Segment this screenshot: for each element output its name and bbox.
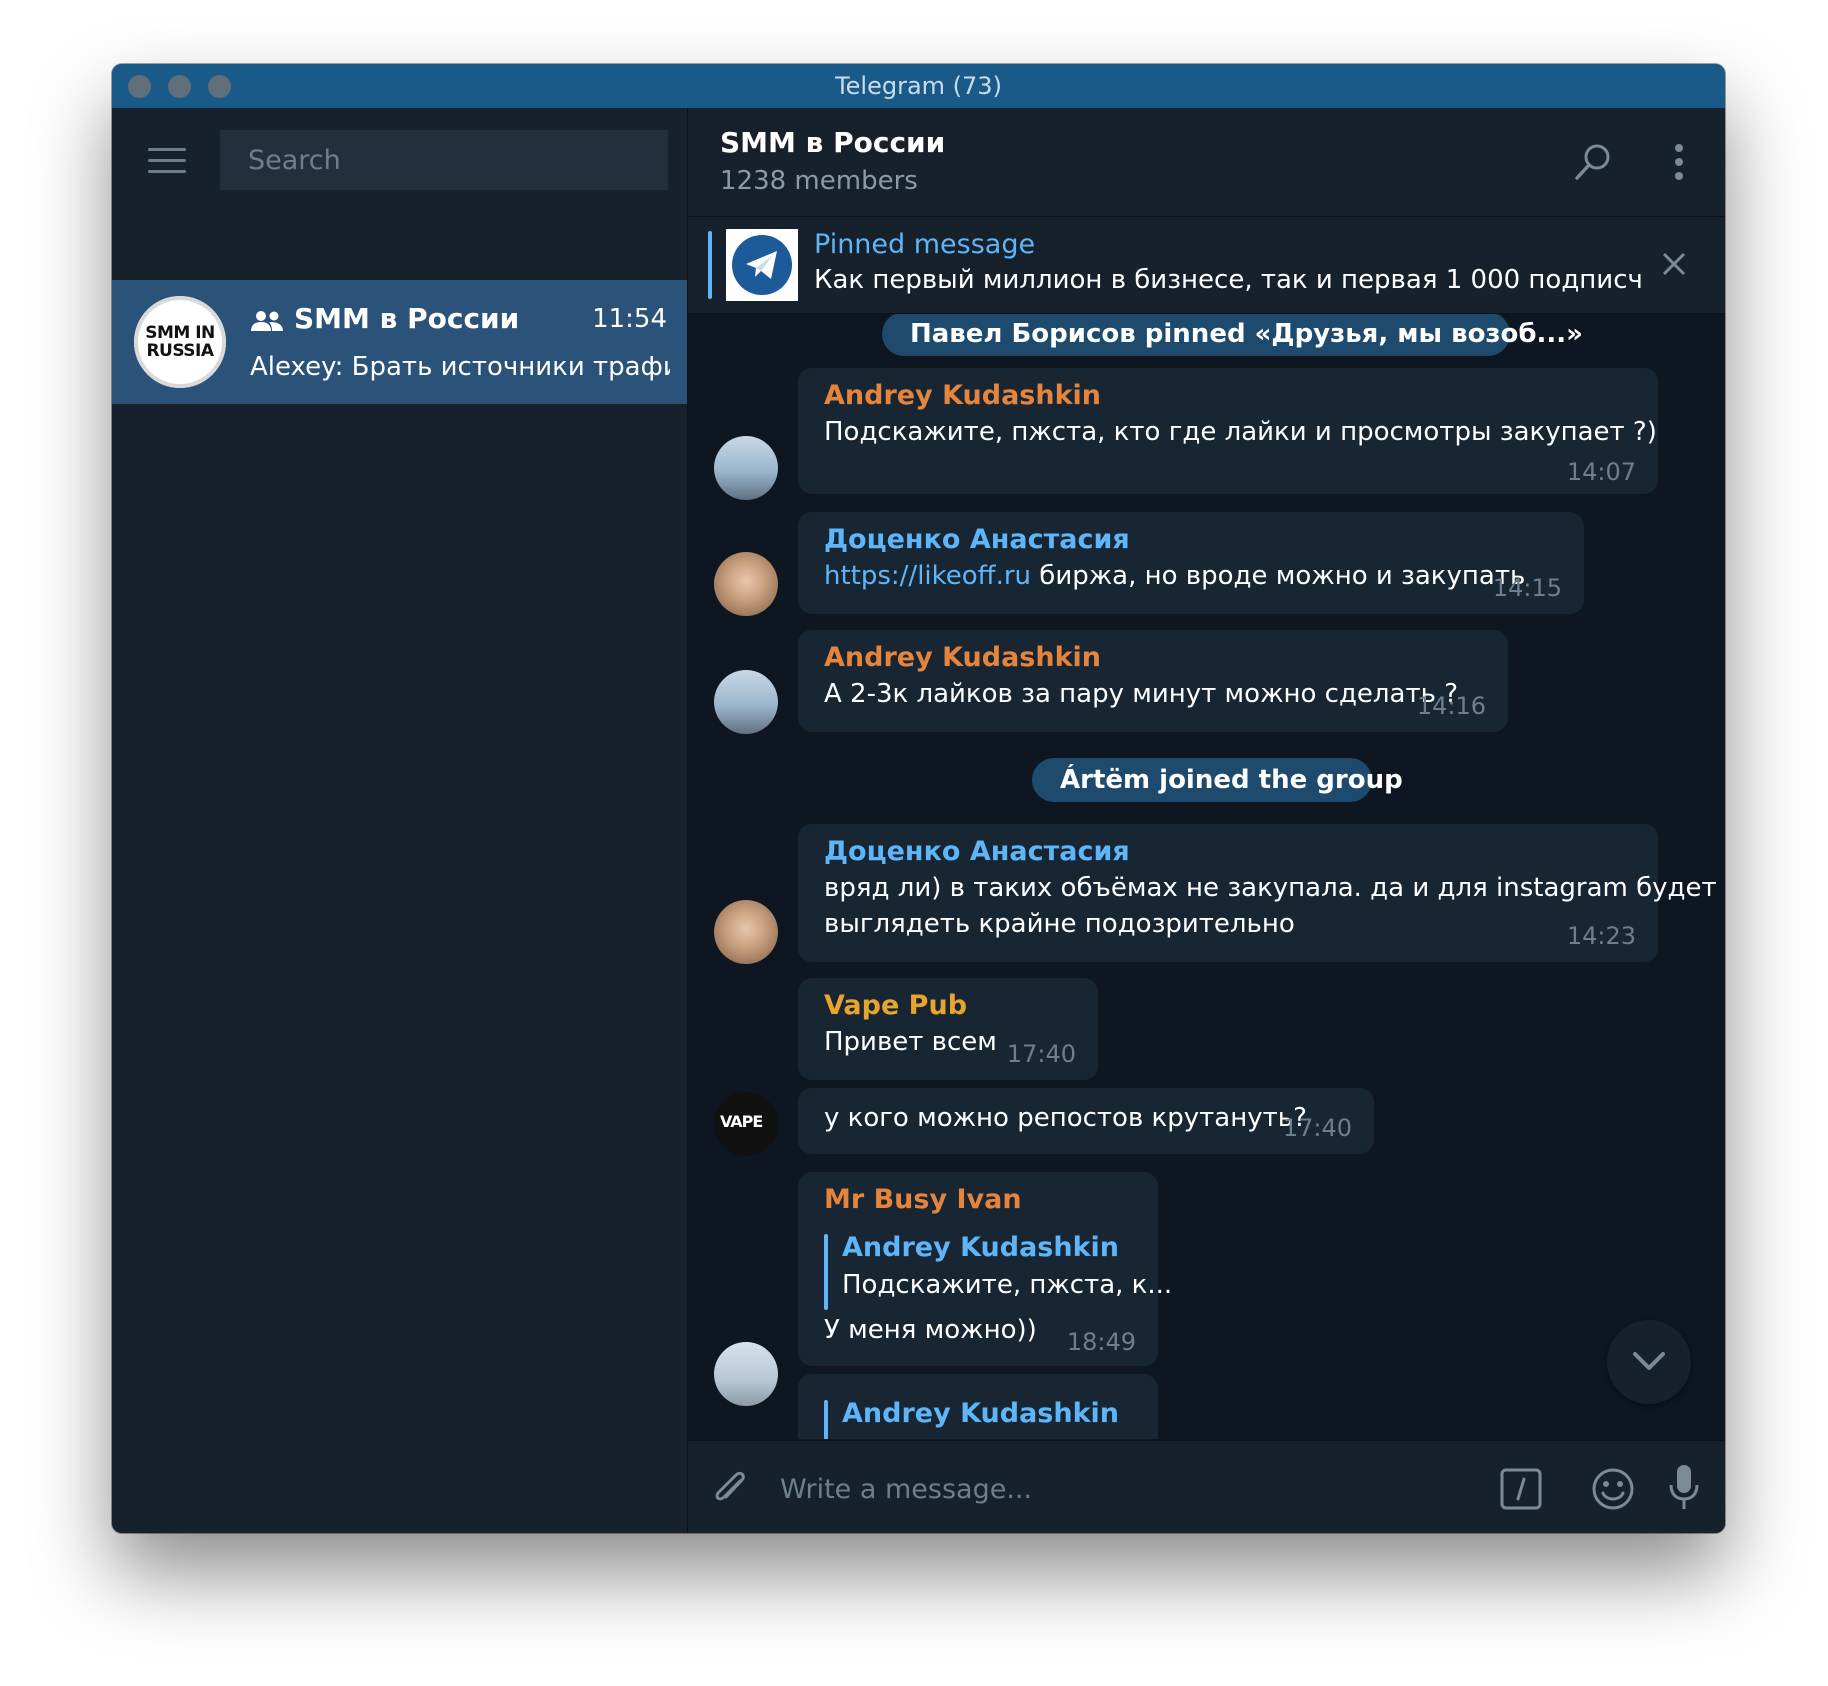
reply-sender[interactable]: Andrey Kudashkin xyxy=(842,1398,1119,1429)
message-sender[interactable]: Доценко Анастасия xyxy=(824,836,1130,867)
more-options-icon[interactable] xyxy=(1673,142,1685,182)
attach-icon[interactable] xyxy=(710,1467,750,1511)
reply-text[interactable]: Подскажите, пжста, к... xyxy=(842,1270,1172,1300)
telegram-window: Telegram (73) SMM IN RUSSIA SMM в России… xyxy=(112,64,1725,1533)
group-icon xyxy=(251,311,283,331)
message-sender[interactable]: Доценко Анастасия xyxy=(824,524,1130,555)
zoom-window-button[interactable] xyxy=(208,75,231,98)
avatar[interactable]: VAPE xyxy=(714,1092,778,1156)
message-composer xyxy=(688,1440,1725,1533)
search-input[interactable] xyxy=(220,130,668,190)
message-bubble[interactable]: Andrey Kudashkin xyxy=(798,1374,1158,1439)
chat-avatar-logo-text: SMM IN RUSSIA xyxy=(145,323,215,361)
message-text-line1: вряд ли) в таких объёмах не закупала. да… xyxy=(824,873,1717,903)
message-bubble[interactable]: Andrey Kudashkin Подскажите, пжста, кто … xyxy=(798,368,1658,494)
window-title: Telegram (73) xyxy=(835,72,1002,100)
message-bubble[interactable]: Vape Pub Привет всем 17:40 xyxy=(798,978,1098,1080)
message-list[interactable]: Павел Борисов pinned «Друзья, мы возоб..… xyxy=(688,314,1725,1439)
message-text: Подскажите, пжста, кто где лайки и просм… xyxy=(824,417,1657,447)
microphone-icon[interactable] xyxy=(1667,1463,1701,1511)
close-window-button[interactable] xyxy=(128,75,151,98)
message-time: 17:40 xyxy=(1006,1040,1076,1068)
hamburger-menu-icon[interactable] xyxy=(148,148,186,174)
avatar[interactable] xyxy=(714,552,778,616)
avatar[interactable] xyxy=(714,1342,778,1406)
chat-name: SMM в России xyxy=(294,302,520,335)
message-bubble[interactable]: Доценко Анастасия https://likeoff.ru бир… xyxy=(798,512,1584,614)
telegram-logo-icon xyxy=(746,251,777,279)
message-bubble[interactable]: Andrey Kudashkin А 2-3к лайков за пару м… xyxy=(798,630,1508,732)
avatar[interactable] xyxy=(714,436,778,500)
sidebar: SMM IN RUSSIA SMM в России 11:54 Alexey:… xyxy=(112,108,687,1533)
chat-header: SMM в России 1238 members xyxy=(688,108,1725,217)
emoji-icon[interactable] xyxy=(1591,1467,1635,1511)
message-time: 14:23 xyxy=(1566,922,1636,950)
message-time: 14:15 xyxy=(1492,574,1562,602)
message-bubble[interactable]: Доценко Анастасия вряд ли) в таких объём… xyxy=(798,824,1717,962)
message-sender[interactable]: Vape Pub xyxy=(824,990,967,1021)
message-text: А 2-3к лайков за пару минут можно сделат… xyxy=(824,679,1459,709)
message-sender[interactable]: Mr Busy Ivan xyxy=(824,1184,1022,1215)
reply-sender[interactable]: Andrey Kudashkin xyxy=(842,1232,1119,1263)
chat-avatar: SMM IN RUSSIA xyxy=(134,296,226,388)
message-link[interactable]: https://likeoff.ru xyxy=(824,561,1031,591)
message-sender[interactable]: Andrey Kudashkin xyxy=(824,642,1101,673)
bot-command-icon[interactable] xyxy=(1499,1467,1543,1511)
pinned-message-bar[interactable]: Pinned message Как первый миллион в бизн… xyxy=(688,217,1725,314)
service-message-pinned: Павел Борисов pinned «Друзья, мы возоб..… xyxy=(882,314,1583,356)
avatar-logo-text: VAPE xyxy=(720,1112,763,1131)
message-input[interactable] xyxy=(778,1461,1422,1517)
avatar[interactable] xyxy=(714,670,778,734)
reply-quote-bar xyxy=(824,1234,828,1310)
message-text: биржа, но вроде можно и закупать xyxy=(1031,561,1526,591)
pinned-thumbnail xyxy=(726,229,798,301)
message-text-line2: выглядеть крайне подозрительно xyxy=(824,909,1295,939)
search-icon[interactable] xyxy=(1573,142,1613,182)
member-count: 1238 members xyxy=(720,166,918,196)
chat-list-item[interactable]: SMM IN RUSSIA SMM в России 11:54 Alexey:… xyxy=(112,280,687,404)
pinned-title: Pinned message xyxy=(814,229,1036,260)
message-time: 14:16 xyxy=(1416,692,1486,720)
chat-time: 11:54 xyxy=(592,304,667,334)
message-bubble[interactable]: у кого можно репостов крутануть? 17:40 xyxy=(798,1088,1374,1154)
message-sender[interactable]: Andrey Kudashkin xyxy=(824,380,1101,411)
close-icon[interactable] xyxy=(1659,249,1689,279)
chat-pane: SMM в России 1238 members Pinned message… xyxy=(688,108,1725,1533)
scroll-down-button[interactable] xyxy=(1607,1320,1691,1404)
minimize-window-button[interactable] xyxy=(168,75,191,98)
avatar[interactable] xyxy=(714,900,778,964)
message-text: у кого можно репостов крутануть? xyxy=(824,1103,1307,1133)
chat-preview: Alexey: Брать источники трафи... xyxy=(250,352,670,382)
chat-title[interactable]: SMM в России xyxy=(720,126,945,159)
message-time: 17:40 xyxy=(1282,1114,1352,1142)
message-time: 14:07 xyxy=(1566,458,1636,486)
pinned-text: Как первый миллион в бизнесе, так и перв… xyxy=(814,265,1644,295)
service-message-joined: Ártëm joined the group xyxy=(1032,758,1403,802)
message-text: Привет всем xyxy=(824,1027,997,1057)
title-bar: Telegram (73) xyxy=(112,64,1725,108)
message-text: У меня можно)) xyxy=(824,1315,1037,1345)
chevron-down-icon xyxy=(1633,1352,1665,1370)
pinned-accent-bar xyxy=(708,231,712,299)
message-time: 18:49 xyxy=(1066,1328,1136,1356)
message-bubble[interactable]: Mr Busy Ivan Andrey Kudashkin Подскажите… xyxy=(798,1172,1172,1366)
reply-quote-bar xyxy=(824,1400,828,1439)
